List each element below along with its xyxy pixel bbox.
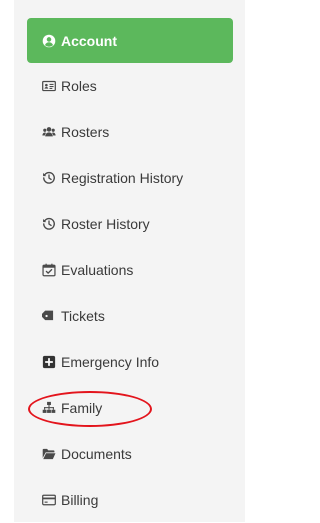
id-card-icon <box>42 79 56 93</box>
account-sidebar-nav: Account Roles Rosters Registration Histo… <box>27 18 233 523</box>
sidebar-item-label: Roles <box>61 78 97 94</box>
folder-open-icon <box>42 447 56 461</box>
sidebar-item-registration-history[interactable]: Registration History <box>27 155 233 201</box>
credit-card-icon <box>42 493 56 507</box>
calendar-check-icon <box>42 263 56 277</box>
sidebar-item-label: Account <box>61 32 117 49</box>
users-icon <box>42 125 56 139</box>
sidebar-item-label: Tickets <box>61 308 105 324</box>
sidebar-item-roster-history[interactable]: Roster History <box>27 201 233 247</box>
sitemap-icon <box>42 401 56 415</box>
sidebar-item-label: Rosters <box>61 124 110 140</box>
sidebar-item-label: Evaluations <box>61 262 134 278</box>
sidebar-item-evaluations[interactable]: Evaluations <box>27 247 233 293</box>
sidebar-item-documents[interactable]: Documents <box>27 431 233 477</box>
sidebar-item-tickets[interactable]: Tickets <box>27 293 233 339</box>
sidebar-item-label: Documents <box>61 446 132 462</box>
sidebar-item-label: Emergency Info <box>61 354 160 370</box>
user-circle-icon <box>42 34 56 48</box>
sidebar-item-roles[interactable]: Roles <box>27 63 233 109</box>
sidebar-item-label: Billing <box>61 492 99 508</box>
sidebar-item-family[interactable]: Family <box>27 385 233 431</box>
tag-icon <box>42 309 56 323</box>
sidebar-item-rosters[interactable]: Rosters <box>27 109 233 155</box>
history-icon <box>42 171 56 185</box>
sidebar-item-label: Roster History <box>61 216 150 232</box>
sidebar-item-emergency-info[interactable]: Emergency Info <box>27 339 233 385</box>
sidebar-item-billing[interactable]: Billing <box>27 477 233 523</box>
sidebar-item-account[interactable]: Account <box>27 18 233 63</box>
sidebar-item-label: Family <box>61 400 103 416</box>
plus-square-icon <box>42 355 56 369</box>
sidebar-item-label: Registration History <box>61 170 184 186</box>
history-icon <box>42 217 56 231</box>
